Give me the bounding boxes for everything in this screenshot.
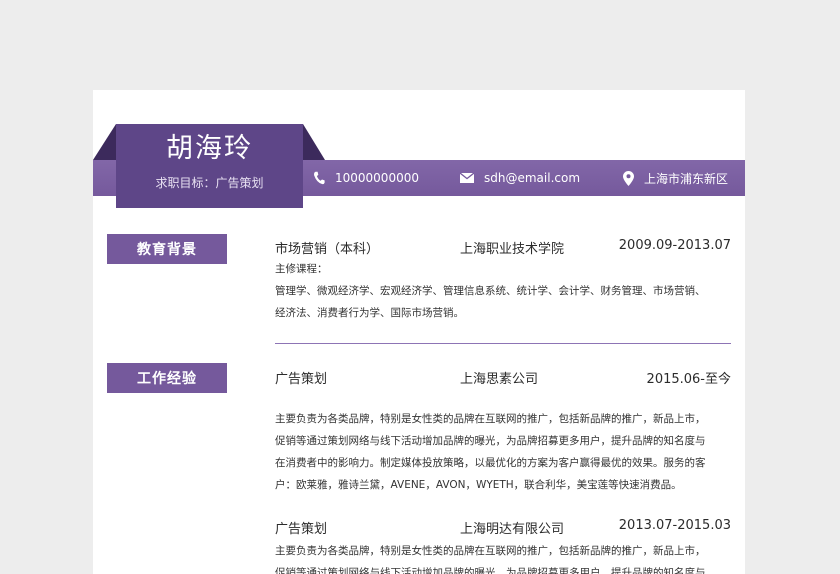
education-major: 市场营销（本科）	[275, 242, 380, 257]
job-description-line: 促销等通过策划网络与线下活动增加品牌的曝光，为品牌招募更多用户，提升品牌的知名度…	[275, 435, 706, 447]
candidate-name: 胡海玲	[166, 133, 253, 164]
job-period: 2013.07-2015.03	[618, 518, 731, 533]
phone-contact: 10000000000	[313, 160, 419, 196]
courses-line: 管理学、微观经济学、宏观经济学、管理信息系统、统计学、会计学、财务管理、市场营销…	[275, 285, 706, 297]
location-contact: 上海市浦东新区	[623, 160, 728, 196]
resume-page: 10000000000 sdh@email.com 上海市浦东新区 胡海玲 求职…	[93, 90, 745, 574]
courses-line: 经济法、消费者行为学、国际市场营销。	[275, 307, 464, 319]
courses-label: 主修课程：	[275, 263, 328, 275]
name-block: 胡海玲 求职目标：广告策划	[116, 124, 303, 208]
job-description-line: 在消费者中的影响力。制定媒体投放策略，以最优化的方案为客户赢得最优的效果。服务的…	[275, 457, 706, 469]
work-section-title: 工作经验	[107, 363, 227, 393]
email-contact: sdh@email.com	[460, 160, 580, 196]
job-description-line: 户：欧莱雅，雅诗兰黛，AVENE，AVON，WYETH，联合利华，美宝莲等快速消…	[275, 479, 682, 491]
job-company: 上海明达有限公司	[460, 522, 565, 537]
job-position: 广告策划	[275, 522, 328, 537]
job-description-line: 主要负责为各类品牌，特别是女性类的品牌在互联网的推广，包括新品牌的推广，新品上市…	[275, 413, 706, 425]
education-school: 上海职业技术学院	[460, 242, 565, 257]
job-position: 广告策划	[275, 372, 328, 387]
section-divider	[275, 343, 731, 344]
location-pin-icon	[623, 170, 634, 186]
job-objective: 求职目标：广告策划	[155, 176, 264, 190]
phone-number: 10000000000	[335, 171, 419, 185]
email-icon	[460, 173, 474, 183]
education-courses: 主修课程： 管理学、微观经济学、宏观经济学、管理信息系统、统计学、会计学、财务管…	[275, 258, 733, 324]
job-company: 上海思素公司	[460, 372, 539, 387]
email-address: sdh@email.com	[484, 171, 581, 185]
ribbon-fold-left	[93, 124, 116, 160]
education-period: 2009.09-2013.07	[618, 238, 731, 253]
job-period: 2015.06-至今	[646, 372, 731, 387]
job-description-line: 促销等通过策划网络与线下活动增加品牌的曝光，为品牌招募更多用户，提升品牌的知名度…	[275, 567, 706, 574]
phone-icon	[314, 171, 325, 185]
education-section-title: 教育背景	[107, 234, 227, 264]
job-description: 主要负责为各类品牌，特别是女性类的品牌在互联网的推广，包括新品牌的推广，新品上市…	[275, 540, 733, 574]
job-description-line: 主要负责为各类品牌，特别是女性类的品牌在互联网的推广，包括新品牌的推广，新品上市…	[275, 545, 706, 557]
location-text: 上海市浦东新区	[644, 171, 729, 186]
job-description: 主要负责为各类品牌，特别是女性类的品牌在互联网的推广，包括新品牌的推广，新品上市…	[275, 408, 733, 496]
ribbon-fold-right	[303, 124, 325, 160]
